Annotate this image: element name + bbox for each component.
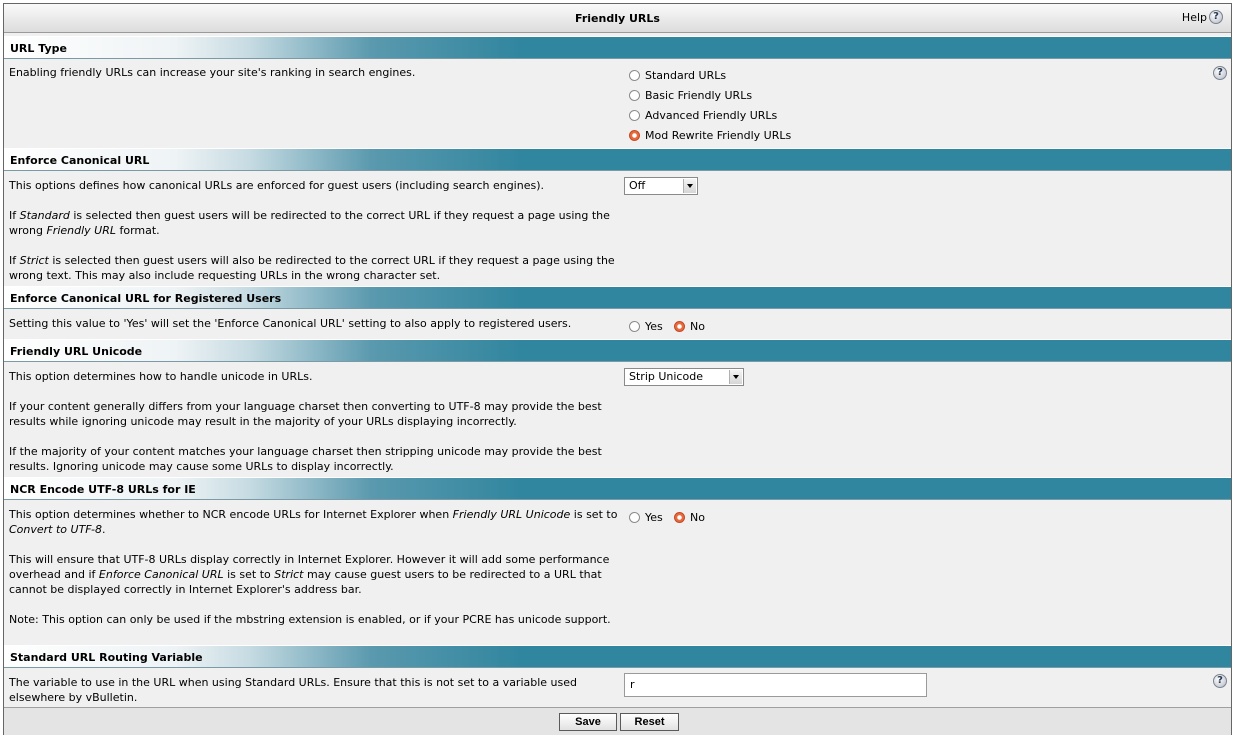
radio-label: No [690,320,705,333]
radio-label: Mod Rewrite Friendly URLs [645,129,792,142]
help-label: Help [1181,10,1207,24]
friendly-url-unicode-description: This option determines how to handle uni… [9,369,621,474]
radio-label: Basic Friendly URLs [645,89,753,102]
radio-no[interactable]: No [674,511,705,524]
section-title: Enforce Canonical URL [10,154,150,167]
section-header-enforce-canonical-url: Enforce Canonical URL [4,148,1231,171]
radio-yes[interactable]: Yes [629,511,663,524]
panel-titlebar: Friendly URLs Help ? [4,4,1231,33]
question-mark-icon[interactable]: ? [1209,10,1223,24]
radio-yes[interactable]: Yes [629,320,663,333]
enforce-canonical-registered-description: Setting this value to 'Yes' will set the… [9,317,572,330]
form-footer: Save Reset [4,707,1231,735]
chevron-down-icon[interactable] [729,370,742,384]
radio-no[interactable]: No [674,320,705,333]
description-paragraph: This option determines how to handle uni… [9,370,313,383]
radio-icon[interactable] [629,321,640,332]
section-title: Friendly URL Unicode [10,345,143,358]
url-type-description: Enabling friendly URLs can increase your… [9,66,416,79]
page-title: Friendly URLs [575,12,660,25]
section-header-ncr-encode: NCR Encode UTF-8 URLs for IE [4,477,1231,500]
section-title: NCR Encode UTF-8 URLs for IE [10,483,196,496]
section-title: Standard URL Routing Variable [10,651,203,664]
section-title: Enforce Canonical URL for Registered Use… [10,292,282,305]
ncr-encode-description: This option determines whether to NCR en… [9,507,621,627]
enforce-canonical-description: This options defines how canonical URLs … [9,178,621,283]
description-paragraph: This options defines how canonical URLs … [9,179,544,192]
radio-icon[interactable] [629,110,640,121]
routing-variable-description: The variable to use in the URL when usin… [9,676,578,704]
routing-variable-help[interactable]: ? [1213,673,1227,688]
radio-selected-icon[interactable] [674,321,685,332]
friendly-urls-panel: Friendly URLs Help ? URL Type Enabling f… [3,3,1232,735]
section-header-enforce-canonical-registered: Enforce Canonical URL for Registered Use… [4,286,1231,309]
save-button[interactable]: Save [559,713,617,731]
radio-basic-friendly-urls[interactable]: Basic Friendly URLs [629,89,752,102]
help-link[interactable]: Help ? [1182,10,1223,24]
description-paragraph: If Strict is selected then guest users w… [9,254,615,282]
radio-selected-icon[interactable] [674,512,685,523]
select-value: Off [629,179,646,192]
radio-label: Advanced Friendly URLs [645,109,778,122]
radio-standard-urls[interactable]: Standard URLs [629,69,726,82]
radio-label: Standard URLs [645,69,727,82]
radio-icon[interactable] [629,70,640,81]
input-value: r [630,678,635,691]
description-paragraph: If Standard is selected then guest users… [9,209,610,237]
radio-label: Yes [645,511,663,524]
reset-button[interactable]: Reset [620,713,679,731]
description-paragraph: If your content generally differs from y… [9,400,602,428]
enforce-canonical-select[interactable]: Off [624,177,698,195]
description-paragraph: Note: This option can only be used if th… [9,613,611,626]
section-header-friendly-url-unicode: Friendly URL Unicode [4,339,1231,362]
section-header-url-type: URL Type [4,36,1231,59]
radio-label: No [690,511,705,524]
radio-label: Yes [645,320,663,333]
url-type-help[interactable]: ? [1213,65,1227,80]
description-paragraph: This option determines whether to NCR en… [9,508,618,536]
section-title: URL Type [10,42,67,55]
section-header-routing-variable: Standard URL Routing Variable [4,645,1231,668]
radio-selected-icon[interactable] [629,130,640,141]
friendly-url-unicode-select[interactable]: Strip Unicode [624,368,744,386]
chevron-down-icon[interactable] [683,179,696,193]
radio-icon[interactable] [629,512,640,523]
radio-icon[interactable] [629,90,640,101]
routing-variable-input[interactable]: r [624,673,927,697]
description-paragraph: If the majority of your content matches … [9,445,602,473]
select-value: Strip Unicode [629,370,703,383]
question-mark-icon[interactable]: ? [1213,674,1227,688]
radio-advanced-friendly-urls[interactable]: Advanced Friendly URLs [629,109,777,122]
radio-mod-rewrite-friendly-urls[interactable]: Mod Rewrite Friendly URLs [629,129,791,142]
question-mark-icon[interactable]: ? [1213,66,1227,80]
description-paragraph: This will ensure that UTF-8 URLs display… [9,553,610,596]
